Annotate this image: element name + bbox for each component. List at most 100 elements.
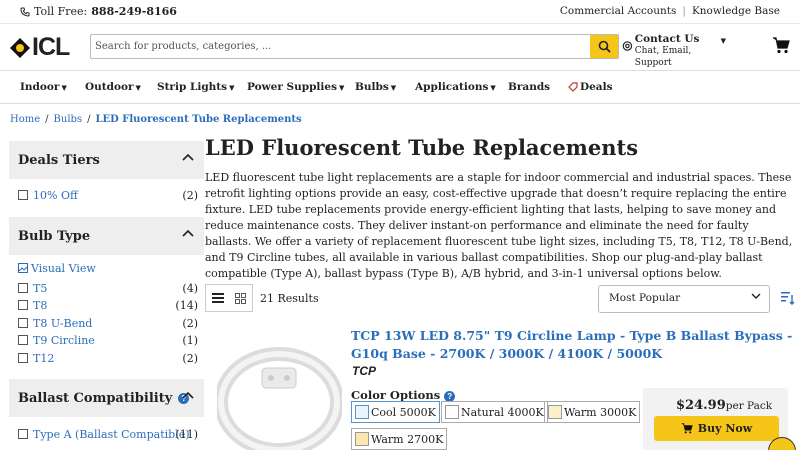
- cart-icon: [681, 423, 693, 434]
- filter-label: T5: [33, 281, 48, 295]
- filter-count: (14): [175, 298, 198, 312]
- swatch-warm-2700k[interactable]: Warm 2700K: [351, 428, 448, 450]
- toll-number[interactable]: 888-249-8166: [91, 5, 177, 18]
- view-toggle: [205, 284, 253, 312]
- nav-power-supplies[interactable]: Power Supplies ▼: [247, 81, 344, 93]
- search-input[interactable]: [91, 35, 591, 58]
- image-icon: [18, 263, 28, 273]
- visual-view-label: Visual View: [31, 261, 96, 275]
- logo[interactable]: ICL: [10, 33, 70, 62]
- swatch-label: Warm 3000K: [564, 405, 637, 419]
- checkbox[interactable]: [18, 283, 28, 293]
- visual-view-link[interactable]: Visual View: [18, 260, 198, 276]
- nav-label: Power Supplies: [247, 81, 337, 93]
- checkbox[interactable]: [18, 429, 28, 439]
- swatch-cool-5000k[interactable]: Cool 5000K: [351, 401, 440, 423]
- color-chip: [548, 405, 562, 419]
- knowledge-base-link[interactable]: Knowledge Base: [692, 5, 780, 17]
- nav-label: Applications: [415, 81, 489, 93]
- toll-label: Toll Free:: [34, 5, 88, 18]
- swatch-warm-3000k[interactable]: Warm 3000K: [544, 401, 641, 423]
- chevron-down-icon: ▼: [339, 82, 345, 92]
- search-icon: [598, 40, 611, 53]
- nav-brands[interactable]: Brands: [508, 81, 550, 93]
- color-chip: [355, 432, 369, 446]
- filter-count: (4): [182, 281, 198, 295]
- logo-text: ICL: [32, 33, 70, 61]
- chevron-down-icon: ▼: [61, 82, 67, 92]
- filter-type-a[interactable]: Type A (Ballast Compatible) (11): [18, 426, 198, 442]
- nav-outdoor[interactable]: Outdoor ▼: [85, 81, 141, 93]
- page-title: LED Fluorescent Tube Replacements: [205, 135, 639, 160]
- cart-button[interactable]: [772, 37, 790, 57]
- divider: |: [682, 5, 686, 17]
- nav-bulbs[interactable]: Bulbs ▼: [355, 81, 396, 93]
- results-count: 21 Results: [260, 292, 319, 305]
- facet-ballast-header[interactable]: Ballast Compatibility ?: [9, 379, 204, 417]
- breadcrumb-home[interactable]: Home: [10, 114, 40, 125]
- filter-t12[interactable]: T12 (2): [18, 350, 198, 366]
- filter-label: T8: [33, 298, 48, 312]
- checkbox[interactable]: [18, 335, 28, 345]
- sort-value: Most Popular: [609, 292, 681, 304]
- buy-now-button[interactable]: Buy Now: [654, 416, 779, 441]
- filter-label: Type A (Ballast Compatible): [33, 427, 190, 441]
- filter-10-off[interactable]: 10% Off (2): [18, 187, 198, 203]
- breadcrumb-bulbs[interactable]: Bulbs: [54, 114, 83, 125]
- facet-title: Deals Tiers: [18, 152, 100, 168]
- color-chip: [445, 405, 459, 419]
- nav-indoor[interactable]: Indoor ▼: [20, 81, 67, 93]
- chevron-down-icon: ▼: [720, 37, 726, 45]
- filter-label: T12: [33, 351, 55, 365]
- brand-logo: TCP: [352, 364, 376, 378]
- breadcrumb: Home / Bulbs / LED Fluorescent Tube Repl…: [10, 114, 302, 125]
- category-description: LED fluorescent tube light replacements …: [205, 171, 793, 280]
- filter-label: 10% Off: [33, 188, 78, 202]
- color-options-label: Color Options?: [351, 388, 456, 402]
- nav-applications[interactable]: Applications ▼: [415, 81, 496, 93]
- contact-us-menu[interactable]: Contact Us Chat, Email, Support ▼: [622, 33, 726, 68]
- filter-count: (2): [182, 351, 198, 365]
- toll-free[interactable]: Toll Free: 888-249-8166: [20, 5, 177, 18]
- list-view-icon[interactable]: [211, 293, 224, 303]
- filter-label: T8 U-Bend: [33, 316, 93, 330]
- facet-deals-header[interactable]: Deals Tiers: [9, 141, 204, 179]
- chevron-down-icon: ▼: [135, 82, 141, 92]
- breadcrumb-separator: /: [87, 114, 91, 125]
- facet-title: Bulb Type: [18, 228, 91, 244]
- swatch-natural-4000k[interactable]: Natural 4000K: [441, 401, 548, 423]
- filter-t8-u-bend[interactable]: T8 U-Bend (2): [18, 315, 198, 331]
- breadcrumb-separator: /: [45, 114, 49, 125]
- filter-t5[interactable]: T5 (4): [18, 280, 198, 296]
- color-chip: [355, 405, 369, 419]
- chevron-up-icon: [182, 229, 194, 237]
- header: ICL Contact Us Chat, Email, Support ▼: [0, 24, 800, 70]
- sort-direction-icon[interactable]: [781, 291, 795, 305]
- nav-deals[interactable]: Deals: [568, 81, 613, 93]
- nav-label: Outdoor: [85, 81, 134, 93]
- checkbox[interactable]: [18, 318, 28, 328]
- filter-t9-circline[interactable]: T9 Circline (1): [18, 332, 198, 348]
- product-image[interactable]: [217, 340, 342, 450]
- grid-view-icon[interactable]: [235, 292, 247, 304]
- nav-label: Bulbs: [355, 81, 389, 93]
- filter-t8[interactable]: T8 (14): [18, 297, 198, 313]
- checkbox[interactable]: [18, 190, 28, 200]
- facet-bulb-type-header[interactable]: Bulb Type: [9, 217, 204, 255]
- filter-count: (2): [182, 188, 198, 202]
- top-bar: Toll Free: 888-249-8166 Commercial Accou…: [0, 0, 800, 24]
- contact-subtitle: Chat, Email, Support: [634, 46, 692, 68]
- nav-strip-lights[interactable]: Strip Lights ▼: [157, 81, 234, 93]
- search-button[interactable]: [590, 35, 618, 58]
- commercial-accounts-link[interactable]: Commercial Accounts: [560, 5, 677, 17]
- product-title-link[interactable]: TCP 13W LED 8.75" T9 Circline Lamp - Typ…: [351, 327, 799, 363]
- nav-label: Strip Lights: [157, 81, 228, 93]
- breadcrumb-current[interactable]: LED Fluorescent Tube Replacements: [95, 114, 301, 125]
- sort-select[interactable]: Most Popular: [598, 285, 770, 313]
- tag-icon: [568, 82, 578, 92]
- checkbox[interactable]: [18, 353, 28, 363]
- checkbox[interactable]: [18, 300, 28, 310]
- price: $24.99per Pack: [676, 398, 772, 413]
- chevron-down-icon: ▼: [490, 82, 496, 92]
- facet-title: Ballast Compatibility: [18, 390, 173, 406]
